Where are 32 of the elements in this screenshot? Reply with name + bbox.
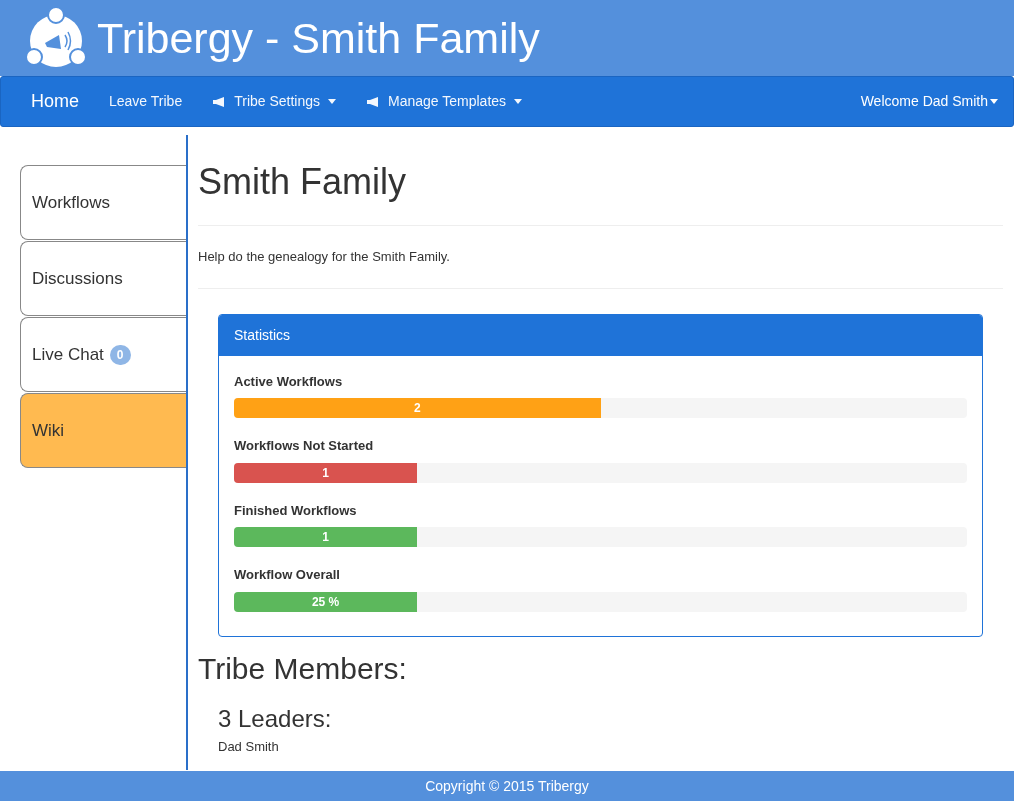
megaphone-icon xyxy=(212,96,227,107)
caret-icon xyxy=(514,99,523,104)
subsection-title: 3 Leaders: xyxy=(217,704,333,733)
member-name: Dad Smith xyxy=(217,737,279,756)
stat-label: Active Workflows xyxy=(234,372,344,391)
progress-fill: 2 xyxy=(234,398,601,418)
stat-label: Workflow Overall xyxy=(234,566,341,584)
progress-fill: 1 xyxy=(234,462,418,483)
stat-label: Finished Workflows xyxy=(234,501,358,520)
caret-icon xyxy=(328,99,337,104)
site-title: Tribergy - Smith Family xyxy=(97,12,540,64)
sidebar-tab[interactable]: Live Chat 0 xyxy=(20,317,186,392)
description-text: Help do the genealogy for the Smith Family. xyxy=(198,226,1003,289)
stat-label: Workflows Not Started xyxy=(234,437,375,455)
sidebar-tab[interactable]: Wiki xyxy=(20,393,186,468)
page-title: Smith Family xyxy=(198,135,1003,226)
copyright-text: Copyright © 2015 Tribergy xyxy=(425,776,589,796)
nav-link[interactable]: Manage Templates xyxy=(351,91,538,112)
panel-heading: Statistics xyxy=(219,314,982,356)
nav-link[interactable]: Leave Tribe xyxy=(94,91,198,112)
user-menu[interactable]: Welcome Dad Smith xyxy=(860,91,998,112)
section-title: Tribe Members: xyxy=(198,650,408,687)
progress-fill: 1 xyxy=(234,527,418,547)
sidebar-tab[interactable]: Discussions xyxy=(20,241,186,316)
caret-icon xyxy=(990,99,998,104)
megaphone-icon xyxy=(366,96,381,107)
nav-link[interactable]: Home xyxy=(16,88,94,115)
progress-fill: 25 % xyxy=(234,591,418,612)
sidebar-tab[interactable]: Workflows xyxy=(20,165,186,240)
nav-link[interactable]: Tribe Settings xyxy=(197,91,352,112)
logo-icon xyxy=(25,7,87,69)
count-badge: 0 xyxy=(109,344,131,365)
